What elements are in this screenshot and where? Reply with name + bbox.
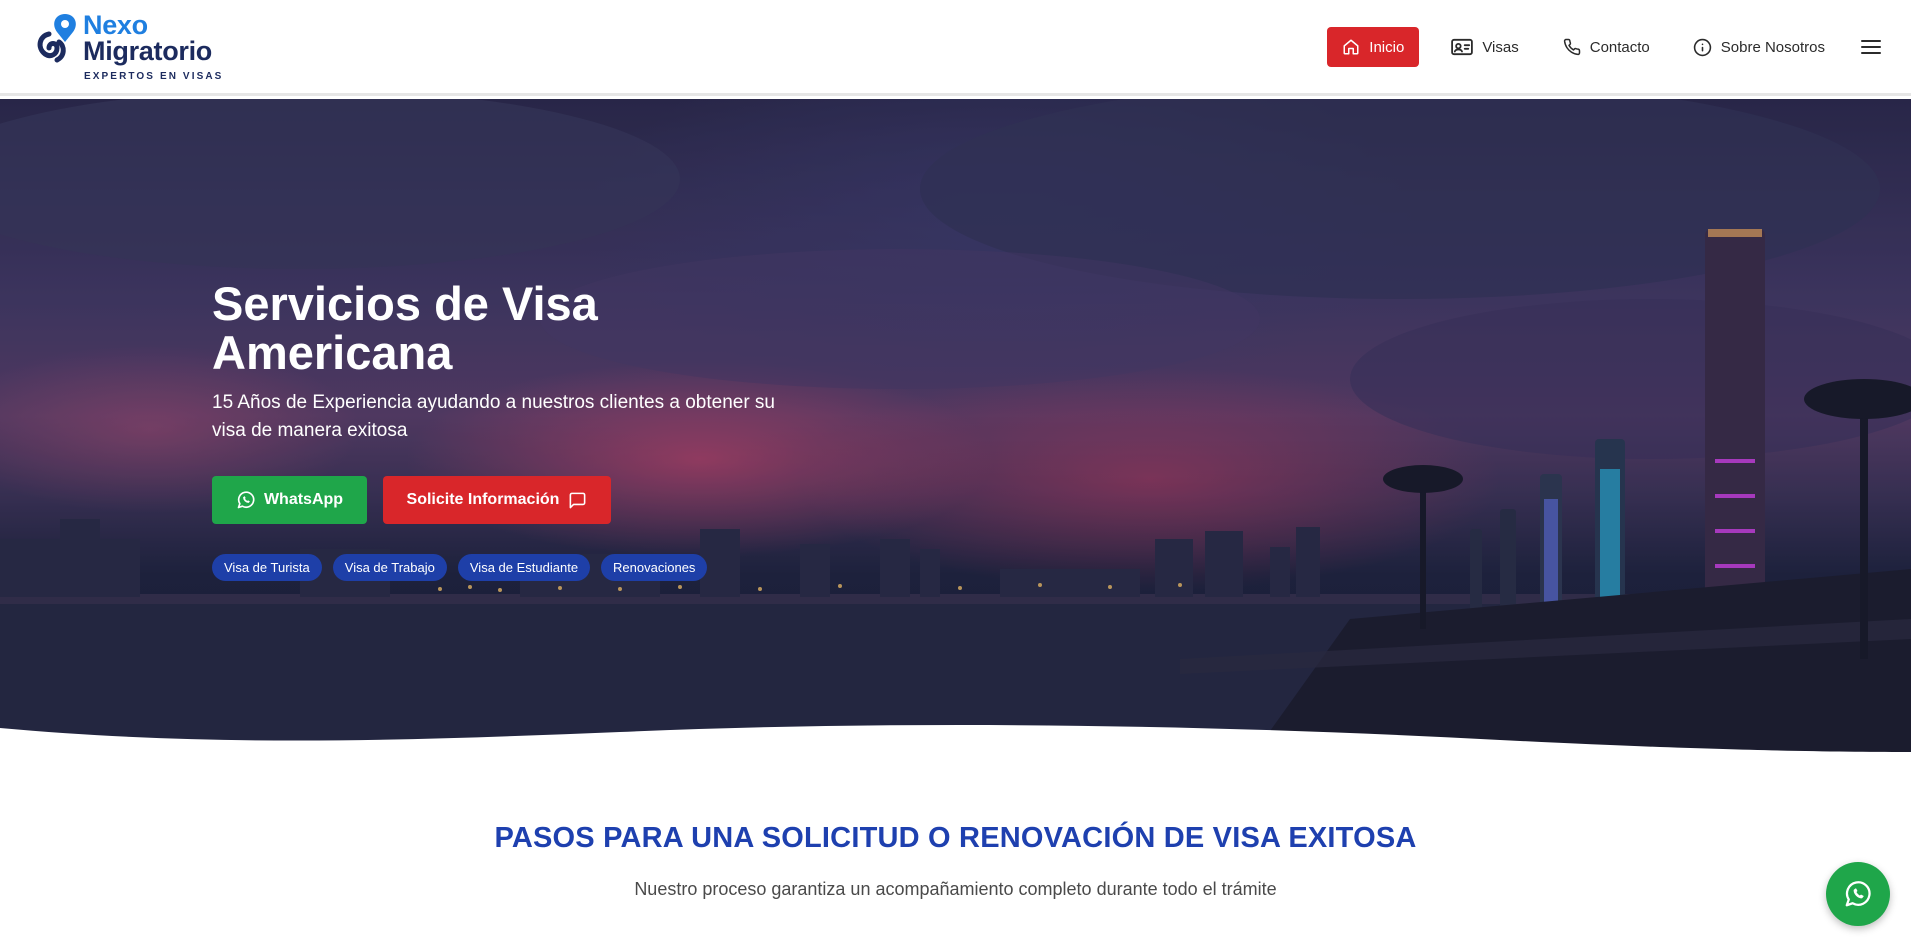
nav-item-label: Inicio xyxy=(1369,38,1405,56)
page: Nexo Migratorio EXPERTOS EN VISAS Inicio… xyxy=(0,0,1911,949)
whatsapp-button-label: WhatsApp xyxy=(263,491,344,508)
logo[interactable]: Nexo Migratorio EXPERTOS EN VISAS xyxy=(35,8,225,88)
logo-name-line2: Migratorio xyxy=(83,36,212,66)
logo-name-line1: Nexo xyxy=(83,10,148,40)
tag-visa-trabajo[interactable]: Visa de Trabajo xyxy=(332,554,447,581)
hamburger-menu-button[interactable] xyxy=(1851,27,1891,67)
whatsapp-icon xyxy=(237,491,255,509)
hamburger-menu-icon xyxy=(1861,40,1881,54)
id-card-icon xyxy=(1451,38,1474,56)
request-info-button[interactable]: Solicite Información xyxy=(383,476,611,524)
whatsapp-button[interactable]: WhatsApp xyxy=(212,476,367,524)
nav-item-inicio[interactable]: Inicio xyxy=(1327,27,1420,67)
nav-item-label: Visas xyxy=(1482,38,1519,56)
nav-item-visas[interactable]: Visas xyxy=(1437,27,1532,67)
nav-item-contacto[interactable]: Contacto xyxy=(1549,27,1664,67)
visa-tags: Visa de Turista Visa de Trabajo Visa de … xyxy=(212,554,718,581)
nav-item-sobre-nosotros[interactable]: Sobre Nosotros xyxy=(1679,27,1839,67)
site-header: Nexo Migratorio EXPERTOS EN VISAS Inicio… xyxy=(0,0,1911,96)
hero-title: Servicios de Visa Americana xyxy=(212,277,598,379)
hero-banner: Servicios de Visa Americana 15 Años de E… xyxy=(0,99,1911,759)
whatsapp-icon xyxy=(1845,881,1871,907)
nav-item-label: Sobre Nosotros xyxy=(1720,38,1825,56)
logo-mark-icon xyxy=(37,14,76,63)
steps-section-subtitle: Nuestro proceso garantiza un acompañamie… xyxy=(634,879,1277,899)
request-info-button-label: Solicite Información xyxy=(406,491,560,508)
tag-visa-turista[interactable]: Visa de Turista xyxy=(212,554,322,581)
tag-renovaciones[interactable]: Renovaciones xyxy=(601,554,708,581)
hero-subtitle: 15 Años de Experiencia ayudando a nuestr… xyxy=(212,392,775,441)
floating-whatsapp-button[interactable] xyxy=(1826,862,1890,926)
logo-tagline: EXPERTOS EN VISAS xyxy=(84,71,224,82)
tag-visa-estudiante[interactable]: Visa de Estudiante xyxy=(457,554,591,581)
phone-icon xyxy=(1563,38,1580,56)
steps-section-title: PASOS PARA UNA SOLICITUD O RENOVACIÓN DE… xyxy=(494,822,1417,854)
main-nav: Inicio Visas Contacto Sobre Nosotros xyxy=(1325,27,1911,67)
home-icon xyxy=(1343,39,1359,55)
info-icon xyxy=(1693,38,1711,56)
chat-bubble-icon xyxy=(570,492,586,508)
nav-item-label: Contacto xyxy=(1589,38,1650,56)
hero-wave-divider xyxy=(0,725,1911,780)
